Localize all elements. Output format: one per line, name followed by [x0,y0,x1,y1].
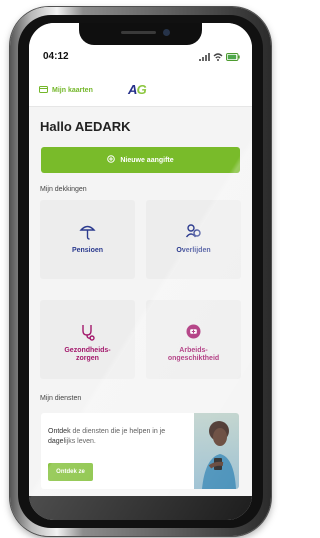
new-claim-label: Nieuwe aangifte [120,156,174,164]
my-cards-label: Mijn kaarten [52,87,93,94]
coverage-label: Arbeids- ongeschiktheid [167,347,220,362]
card-icon [39,86,48,95]
page-greeting: Hallo AEDARK [40,119,131,134]
signal-icon [199,52,210,61]
discover-button[interactable]: Ontdek ze [48,463,93,481]
plus-circle-icon [107,155,116,165]
status-icons [199,52,240,61]
coverages-title: Mijn dekkingen [40,186,87,193]
coverage-label: Overlijden [176,247,211,254]
my-cards-link[interactable]: Mijn kaarten [39,86,93,95]
logo-letter-g: G [136,82,147,97]
device-stage: 04:12 Mijn kaarten AG Hallo AEDARK Nieuw… [0,0,281,538]
services-title: Mijn diensten [40,395,82,402]
coverage-health-tile[interactable]: Gezondheids- zorgen [40,300,135,379]
coverage-pension-tile[interactable]: Pensioen [40,200,135,279]
services-promo-card[interactable]: Ontdek de diensten die je helpen in je d… [41,413,239,489]
front-camera [163,29,170,36]
app-header: Mijn kaarten AG [29,75,252,107]
ag-logo: AG [128,82,147,97]
coverage-label: Gezondheids- zorgen [64,347,111,362]
status-time: 04:12 [43,51,69,62]
coverage-label: Pensioen [71,247,104,254]
stethoscope-icon [77,321,98,342]
people-icon [183,221,204,242]
coverage-grid: Pensioen Overlijden Gezondheids- zorgen … [40,200,241,385]
battery-icon [226,52,240,61]
speaker-grille [121,31,156,34]
phone-notch [79,23,202,45]
new-claim-button[interactable]: Nieuwe aangifte [41,147,240,173]
coverage-disability-tile[interactable]: Arbeids- ongeschiktheid [146,300,241,379]
wifi-icon [213,52,223,61]
logo-letter-a: A [128,82,137,97]
promo-text: Ontdek de diensten die je helpen in je d… [48,428,166,445]
bottom-device-area [29,496,252,520]
coverage-death-tile[interactable]: Overlijden [146,200,241,279]
phone-bezel: 04:12 Mijn kaarten AG Hallo AEDARK Nieuw… [18,15,263,528]
woman-phone-photo [194,413,239,489]
umbrella-icon [77,221,98,242]
phone-screen: 04:12 Mijn kaarten AG Hallo AEDARK Nieuw… [29,23,252,520]
phone-frame: 04:12 Mijn kaarten AG Hallo AEDARK Nieuw… [10,7,271,536]
medical-kit-icon [183,321,204,342]
